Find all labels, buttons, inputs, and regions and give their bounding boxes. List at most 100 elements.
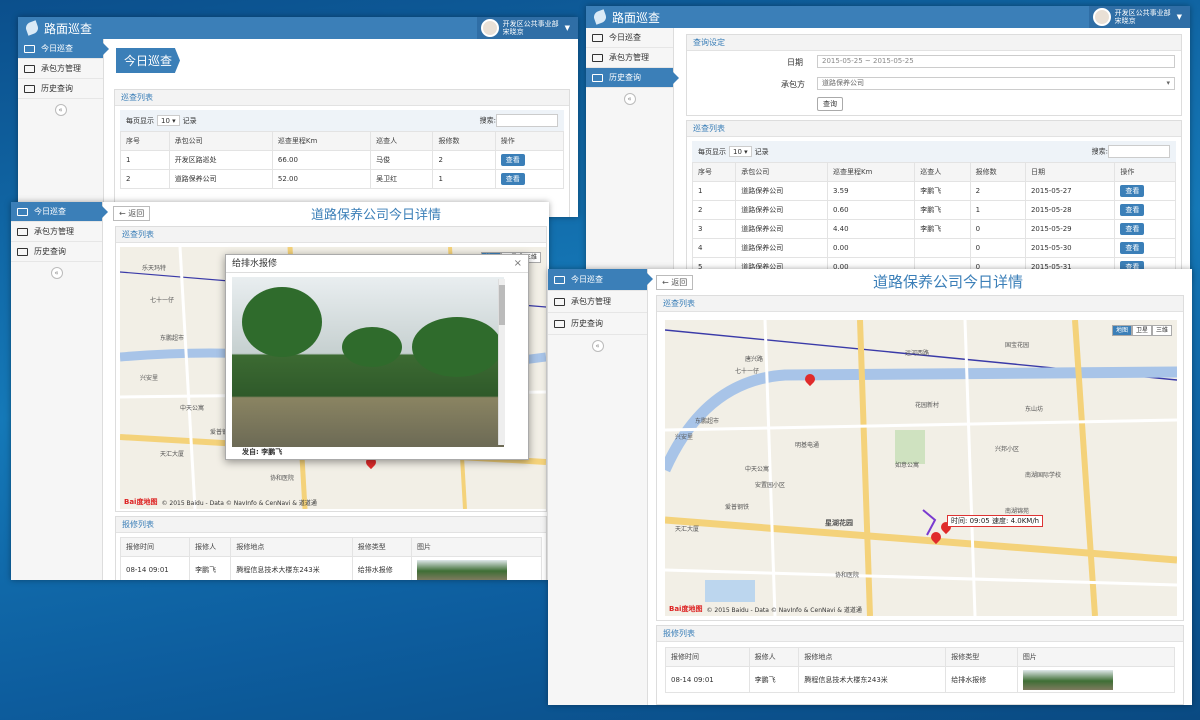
sidebar-item-history[interactable]: 历史查询 [586,68,679,88]
view-button[interactable]: 查看 [1120,204,1145,216]
dashboard-icon [554,275,565,284]
map-roads [665,320,1177,616]
sidebar-item-history[interactable]: 历史查询 [548,313,647,335]
sidebar-item-today[interactable]: 今日巡查 [548,269,653,291]
search-input[interactable] [1108,145,1170,158]
patrol-map[interactable]: 地图 卫星 三维 唐兴路 七十一仔 东鹏超市 兴安里 中天公寓 爱普钢铁 明基电通 … [665,320,1177,616]
column-header[interactable]: 巡查里程Km [271,131,372,151]
map-label: 国宝花园 [1005,342,1030,349]
column-header[interactable]: 序号 [691,162,737,182]
monitor-icon [17,227,28,236]
table-cell: 1 [969,200,1026,220]
column-header[interactable]: 报修数 [969,162,1026,182]
page-tag: 今日巡查 [116,48,181,73]
column-header[interactable]: 图片 [410,537,543,557]
column-header[interactable]: 报修地点 [798,647,947,667]
sidebar-item-label: 承包方管理 [571,297,611,306]
table-cell: 2 [432,150,496,170]
map-copyright: Bai度地图 © 2015 Baidu - Data © NavInfo & Ce… [124,498,317,507]
map-label: 爱普钢铁 [725,504,750,511]
column-header[interactable]: 报修人 [189,537,232,557]
column-header[interactable]: 承包公司 [735,162,828,182]
sidebar-item-today[interactable]: 今日巡查 [18,39,109,59]
contractor-label: 承包方 [781,80,805,89]
date-range-input[interactable]: 2015-05-25 ~ 2015-05-25 [817,55,1175,68]
contractor-select[interactable]: 道路保养公司 ▾ [817,77,1175,90]
map-type-switch[interactable]: 地图卫星三维 [1111,325,1172,336]
map-label: 兴邦小区 [995,446,1020,453]
cell-date: 2015-05-29 [1030,225,1072,233]
cell-person: 李鹏飞 [920,187,942,195]
back-button[interactable]: ← 返回 [113,206,151,221]
sidebar-item-today[interactable]: 今日巡查 [11,202,108,222]
sidebar-collapse-button[interactable]: « [591,340,604,352]
repair-thumbnail[interactable] [416,559,507,580]
column-header[interactable]: 序号 [120,131,170,151]
column-header[interactable]: 巡查里程Km [826,162,916,182]
sidebar-item-history[interactable]: 历史查询 [18,79,103,99]
map-type-map[interactable]: 地图 [1111,325,1132,336]
column-header[interactable]: 巡查人 [370,131,434,151]
per-page-select[interactable]: 10 ▾ [729,146,752,157]
sidebar-item-label: 承包方管理 [609,53,649,62]
column-header[interactable]: 巡查人 [914,162,971,182]
history-list-panel: 巡查列表 每页显示 10 ▾ 记录 搜索: 序号 承包公司 巡查里程Km 巡查人 报修数 日期… [686,120,1182,281]
per-page-select[interactable]: 10 ▾ [157,115,180,126]
user-menu[interactable]: 开发区公共事业部 宋晓京 ▼ [1088,6,1190,28]
view-button[interactable]: 查看 [1120,223,1145,235]
column-header[interactable]: 操作 [494,131,565,151]
column-header[interactable]: 图片 [1016,647,1176,667]
per-page-suffix: 记录 [754,148,769,156]
table-cell: 李鹏飞 [748,666,800,693]
sidebar-item-today[interactable]: 今日巡查 [586,28,673,48]
view-button[interactable]: 查看 [500,154,525,166]
column-header[interactable]: 报修类型 [945,647,1018,667]
sidebar-item-label: 今日巡查 [41,44,73,53]
table-cell: 2 [969,181,1026,201]
cell-no: 1 [698,187,703,195]
column-header[interactable]: 日期 [1024,162,1116,182]
sidebar-collapse-button[interactable]: « [50,267,63,279]
user-menu[interactable]: 开发区公共事业部 宋晓京 ▼ [476,17,578,39]
sidebar-item-history[interactable]: 历史查询 [11,242,102,262]
sidebar-item-contractor[interactable]: 承包方管理 [548,291,647,313]
repair-thumbnail[interactable] [1022,669,1113,690]
column-header[interactable]: 报修时间 [119,537,191,557]
table-cell: 4 [691,238,737,258]
cell-date: 2015-05-28 [1030,206,1072,214]
panel-title: 巡查列表 [687,121,1181,137]
map-label: 七十一仔 [150,297,175,304]
column-header[interactable]: 报修数 [432,131,496,151]
column-header[interactable]: 报修地点 [230,537,353,557]
view-button[interactable]: 查看 [500,173,525,185]
cell-no: 4 [698,244,703,252]
column-header[interactable]: 报修人 [748,647,800,667]
table-cell [410,556,543,580]
map-label: 东鹏超市 [695,418,720,425]
sidebar-item-contractor[interactable]: 承包方管理 [11,222,102,242]
sidebar-item-contractor[interactable]: 承包方管理 [586,48,673,68]
sidebar-item-contractor[interactable]: 承包方管理 [18,59,103,79]
modal-scrollbar[interactable] [498,279,505,445]
query-button[interactable]: 查询 [817,97,843,111]
map-label: 乐天玛特 [142,265,167,272]
map-type-3d[interactable]: 三维 [1151,325,1172,336]
user-org: 开发区公共事业部 [502,20,559,28]
view-button[interactable]: 查看 [1120,242,1145,254]
table-cell: 道路保养公司 [735,200,828,220]
map-type-satellite[interactable]: 卫星 [1131,325,1152,336]
close-icon[interactable]: × [514,258,522,269]
cell-person: 李鹏飞 [920,225,942,233]
table-cell: 0 [969,238,1026,258]
table-cell: 2015-05-30 [1024,238,1116,258]
column-header[interactable]: 报修类型 [351,537,412,557]
view-button[interactable]: 查看 [1120,185,1145,197]
sidebar-collapse-button[interactable]: « [623,93,636,105]
column-header[interactable]: 操作 [1114,162,1176,182]
column-header[interactable]: 报修时间 [665,647,750,667]
sidebar-collapse-button[interactable]: « [54,104,67,116]
column-header[interactable]: 承包公司 [168,131,273,151]
search-input[interactable] [496,114,558,127]
back-button[interactable]: ← 返回 [656,275,694,290]
map-copyright: Bai度地图 © 2015 Baidu - Data © NavInfo & Ce… [669,605,862,614]
